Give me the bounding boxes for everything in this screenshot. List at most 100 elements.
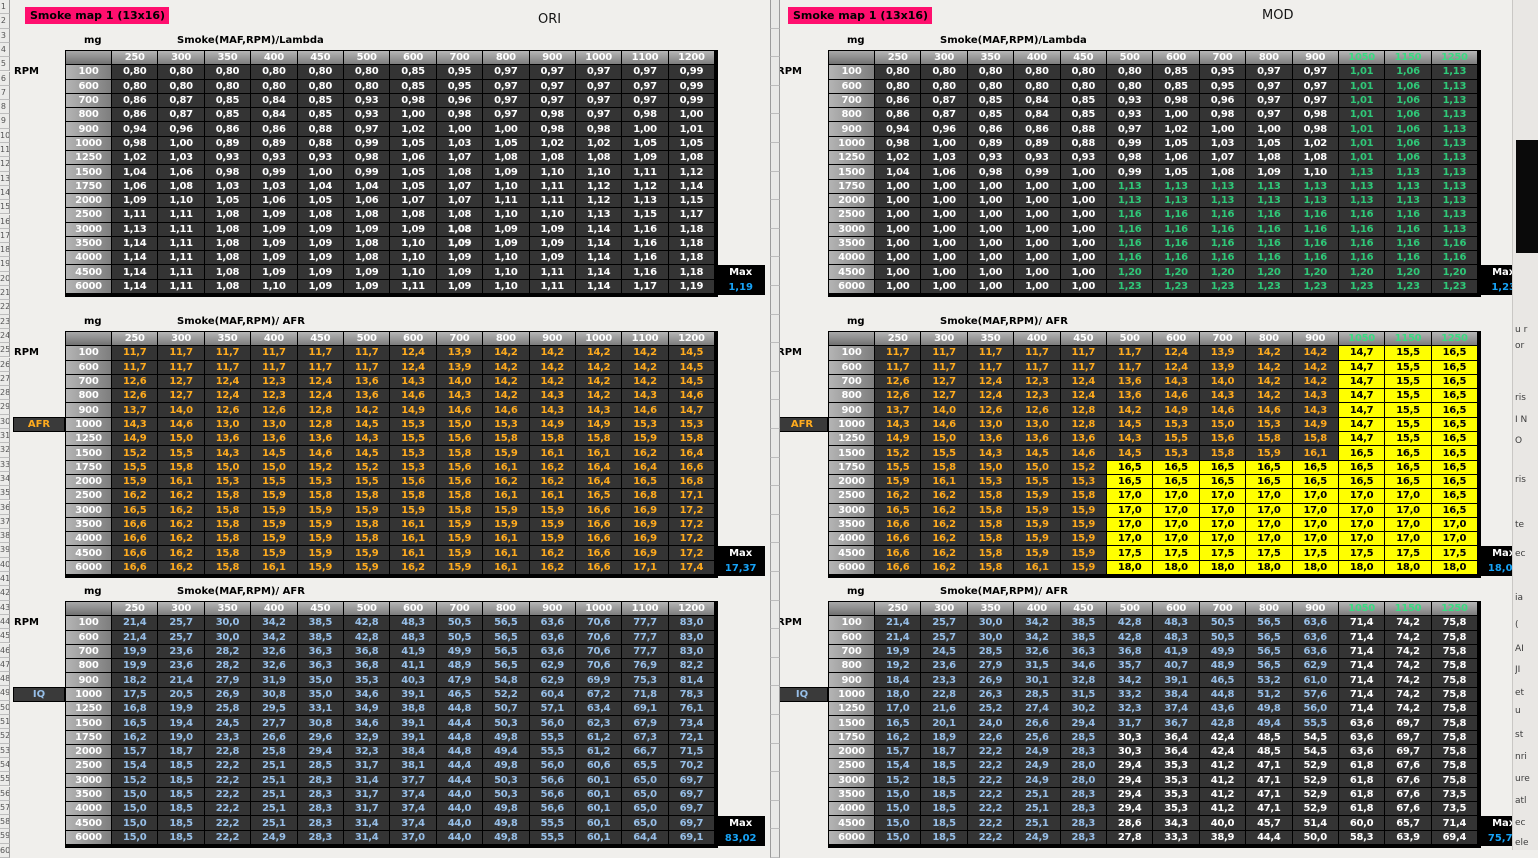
map-cell[interactable]: 16,1: [483, 532, 529, 546]
map-cell[interactable]: 1,16: [1246, 208, 1292, 222]
map-cell[interactable]: 1,06: [1385, 108, 1431, 122]
map-cell[interactable]: 0,86: [205, 122, 251, 136]
map-cell[interactable]: 1,00: [921, 237, 967, 251]
map-cell[interactable]: 1,13: [576, 208, 622, 222]
map-cell[interactable]: 12,3: [1014, 389, 1060, 403]
map-cell[interactable]: 17,2: [669, 504, 715, 518]
map-cell[interactable]: 15,8: [968, 489, 1014, 503]
map-cell[interactable]: 75,8: [1432, 702, 1478, 716]
map-cell[interactable]: 69,7: [669, 774, 715, 788]
map-cell[interactable]: 17,0: [1339, 518, 1385, 532]
map-cell[interactable]: 15,2: [112, 774, 158, 788]
map-cell[interactable]: 14,6: [669, 389, 715, 403]
map-cell[interactable]: 77,7: [622, 616, 668, 630]
map-cell[interactable]: 1,16: [622, 223, 668, 237]
map-cell[interactable]: 28,5: [298, 759, 344, 773]
map-cell[interactable]: 19,9: [158, 702, 204, 716]
map-cell[interactable]: 15,8: [205, 504, 251, 518]
map-cell[interactable]: 15,9: [622, 432, 668, 446]
map-cell[interactable]: 1,02: [112, 151, 158, 165]
map-cell[interactable]: 12,4: [205, 375, 251, 389]
map-cell[interactable]: 13,6: [1061, 432, 1107, 446]
map-cell[interactable]: 31,5: [1061, 688, 1107, 702]
map-cell[interactable]: 18,5: [921, 759, 967, 773]
map-cell[interactable]: 1,10: [390, 251, 436, 265]
map-cell[interactable]: 16,5: [1432, 432, 1478, 446]
map-cell[interactable]: 1,00: [875, 280, 921, 294]
map-cell[interactable]: 57,6: [1293, 688, 1339, 702]
map-cell[interactable]: 14,9: [1153, 403, 1199, 417]
map-cell[interactable]: 11,7: [1014, 361, 1060, 375]
map-cell[interactable]: 32,8: [1061, 673, 1107, 687]
map-cell[interactable]: 63,6: [530, 616, 576, 630]
map-cell[interactable]: 73,5: [1432, 788, 1478, 802]
map-cell[interactable]: 1,08: [298, 208, 344, 222]
map-cell[interactable]: 15,3: [1153, 446, 1199, 460]
map-cell[interactable]: 0,80: [158, 80, 204, 94]
map-cell[interactable]: 65,7: [1385, 816, 1431, 830]
map-cell[interactable]: 76,1: [669, 702, 715, 716]
map-cell[interactable]: 16,5: [1385, 446, 1431, 460]
map-cell[interactable]: 1,09: [437, 237, 483, 251]
map-cell[interactable]: 24,5: [921, 645, 967, 659]
map-cell[interactable]: 31,4: [344, 774, 390, 788]
map-cell[interactable]: 1,09: [251, 223, 297, 237]
map-cell[interactable]: 25,1: [251, 759, 297, 773]
map-cell[interactable]: 0,99: [344, 137, 390, 151]
map-cell[interactable]: 0,98: [344, 151, 390, 165]
map-cell[interactable]: 25,7: [921, 616, 967, 630]
map-cell[interactable]: 71,4: [1339, 645, 1385, 659]
map-cell[interactable]: 13,9: [1200, 361, 1246, 375]
map-cell[interactable]: 24,5: [205, 716, 251, 730]
map-cell[interactable]: 18,4: [875, 673, 921, 687]
map-cell[interactable]: 1,10: [483, 265, 529, 279]
map-cell[interactable]: 14,0: [921, 403, 967, 417]
map-cell[interactable]: 17,0: [1153, 504, 1199, 518]
map-cell[interactable]: 37,7: [390, 774, 436, 788]
map-cell[interactable]: 0,86: [251, 122, 297, 136]
map-cell[interactable]: 55,5: [1293, 716, 1339, 730]
map-cell[interactable]: 0,98: [530, 108, 576, 122]
map-cell[interactable]: 34,6: [1061, 659, 1107, 673]
map-cell[interactable]: 17,0: [1339, 489, 1385, 503]
map-cell[interactable]: 1,13: [1432, 122, 1478, 136]
map-cell[interactable]: 15,3: [1246, 418, 1292, 432]
map-cell[interactable]: 1,00: [1061, 265, 1107, 279]
map-cell[interactable]: 1,09: [437, 280, 483, 294]
map-cell[interactable]: 15,6: [390, 475, 436, 489]
map-cell[interactable]: 16,1: [483, 489, 529, 503]
map-cell[interactable]: 42,4: [1200, 731, 1246, 745]
map-cell[interactable]: 1,00: [1014, 265, 1060, 279]
map-cell[interactable]: 1,00: [1061, 280, 1107, 294]
map-cell[interactable]: 15,9: [390, 504, 436, 518]
map-cell[interactable]: 1,16: [1200, 251, 1246, 265]
map-cell[interactable]: 75,8: [1432, 745, 1478, 759]
map-cell[interactable]: 34,9: [344, 702, 390, 716]
map-cell[interactable]: 1,00: [669, 108, 715, 122]
map-cell[interactable]: 48,3: [390, 631, 436, 645]
map-cell[interactable]: 18,5: [158, 816, 204, 830]
map-cell[interactable]: 18,0: [1339, 561, 1385, 575]
map-cell[interactable]: 41,2: [1200, 788, 1246, 802]
map-cell[interactable]: 1,00: [298, 165, 344, 179]
map-cell[interactable]: 16,9: [622, 546, 668, 560]
map-cell[interactable]: 15,0: [875, 802, 921, 816]
map-cell[interactable]: 1,20: [1293, 265, 1339, 279]
map-cell[interactable]: 1,06: [1385, 94, 1431, 108]
map-cell[interactable]: 63,6: [530, 645, 576, 659]
map-cell[interactable]: 50,0: [1293, 831, 1339, 845]
map-cell[interactable]: 71,4: [1339, 616, 1385, 630]
map-cell[interactable]: 1,00: [1014, 237, 1060, 251]
map-cell[interactable]: 14,2: [1246, 361, 1292, 375]
map-cell[interactable]: 1,00: [1014, 194, 1060, 208]
map-cell[interactable]: 0,80: [1061, 65, 1107, 79]
map-cell[interactable]: 30,0: [205, 616, 251, 630]
map-cell[interactable]: 17,4: [669, 561, 715, 575]
map-cell[interactable]: 14,6: [298, 446, 344, 460]
map-cell[interactable]: 0,97: [576, 80, 622, 94]
map-cell[interactable]: 28,3: [298, 788, 344, 802]
map-cell[interactable]: 1,13: [1432, 80, 1478, 94]
map-cell[interactable]: 28,5: [1061, 731, 1107, 745]
map-cell[interactable]: 55,5: [530, 731, 576, 745]
map-cell[interactable]: 28,5: [1014, 688, 1060, 702]
